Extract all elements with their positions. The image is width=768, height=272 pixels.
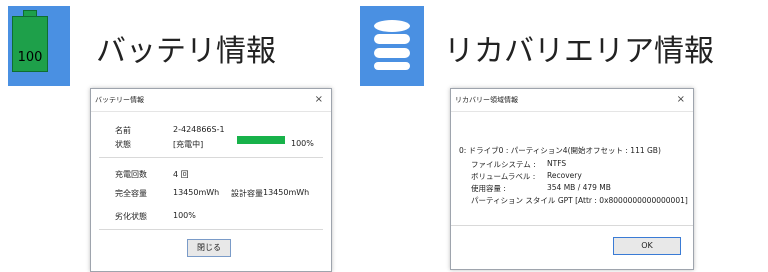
health-label: 劣化状態 (115, 212, 147, 221)
design-capacity-value: 13450mWh (263, 188, 310, 197)
separator (451, 225, 693, 226)
recovery-info-window: リカバリー領域情報 × 0: ドライブ0 : パーティション4(開始オフセット … (450, 88, 694, 270)
database-icon (374, 20, 410, 70)
battery-level-text: 100 (17, 50, 43, 65)
charge-percent: 100% (291, 139, 314, 148)
charge-count-label: 充電回数 (115, 170, 147, 179)
drive-line: 0: ドライブ0 : パーティション4(開始オフセット : 111 GB) (459, 146, 661, 155)
status-value: [充電中] (173, 140, 204, 149)
fs-value: NTFS (547, 159, 567, 168)
fs-label: ファイルシステム : (471, 160, 536, 169)
window-title: リカバリー領域情報 (455, 96, 518, 104)
ok-button[interactable]: OK (613, 237, 681, 255)
capacity-value: 13450mWh (173, 188, 220, 197)
health-value: 100% (173, 211, 196, 220)
charge-progress-bar (237, 136, 285, 144)
recovery-info-title: リカバリエリア情報 (444, 34, 714, 69)
capacity-label: 完全容量 (115, 189, 147, 198)
usage-value: 354 MB / 479 MB (547, 183, 611, 192)
close-icon[interactable]: × (677, 89, 685, 111)
battery-info-window: バッテリー情報 × 名前 2-424866S-1 状態 [充電中] 100% 充… (90, 88, 332, 272)
partition-style: パーティション スタイル GPT [Attr : 0x8000000000000… (471, 196, 688, 205)
status-label: 状態 (115, 140, 131, 149)
name-value: 2-424866S-1 (173, 125, 225, 134)
window-titlebar: バッテリー情報 × (91, 89, 331, 112)
charge-count-value: 4 回 (173, 170, 189, 179)
separator (99, 229, 323, 230)
usage-label: 使用容量 : (471, 184, 506, 193)
volume-label: ボリュームラベル : (471, 172, 536, 181)
name-label: 名前 (115, 126, 131, 135)
close-button[interactable]: 閉じる (187, 239, 231, 257)
design-capacity-label: 設計容量 (231, 189, 263, 198)
charge-progress-fill (237, 136, 285, 144)
window-title: バッテリー情報 (95, 96, 144, 104)
battery-info-title: バッテリ情報 (96, 34, 276, 69)
separator (99, 157, 323, 158)
volume-value: Recovery (547, 171, 582, 180)
window-titlebar: リカバリー領域情報 × (451, 89, 693, 112)
close-icon[interactable]: × (315, 89, 323, 111)
